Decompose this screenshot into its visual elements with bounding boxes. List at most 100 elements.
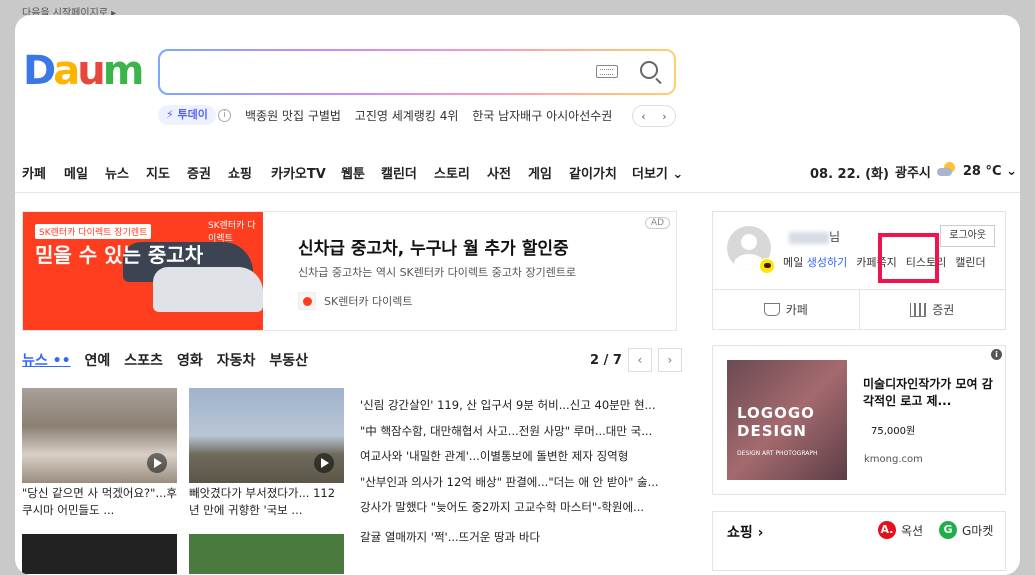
tab-sports[interactable]: 스포츠 — [124, 350, 163, 370]
logout-button[interactable]: 로그아웃 — [940, 225, 995, 247]
keyword-item[interactable]: 백종원 맛집 구별법 — [245, 109, 341, 123]
tab-movie[interactable]: 영화 — [177, 350, 203, 370]
ad-sk-label: SK렌터카 다이렉트 — [208, 221, 256, 244]
keyboard-icon[interactable] — [596, 65, 618, 78]
date-display: 08. 22. (화) — [810, 167, 889, 182]
news-thumbnail[interactable] — [22, 534, 177, 574]
ad-car-silver — [153, 267, 263, 312]
gmarket-icon: G — [939, 521, 957, 539]
cafe-cup-icon — [763, 303, 780, 316]
tab-entertainment[interactable]: 연예 — [85, 350, 111, 370]
weather-temp: 28 °C ⌄ — [962, 163, 1017, 179]
gmarket-label: G마켓 — [962, 523, 994, 538]
search-input[interactable] — [160, 51, 674, 93]
nav-webtoon[interactable]: 웹툰 — [341, 163, 365, 182]
side-ad-domain: kmong.com — [864, 454, 923, 465]
keyword-next-button[interactable]: › — [662, 110, 666, 123]
cafe-shortcut-label: 카페 — [785, 303, 808, 317]
nav-mail[interactable]: 메일 — [64, 163, 88, 182]
user-panel: 님 로그아웃 메일 생성하기 카페쪽지 티스토리 캘린더 카페 증권 — [712, 211, 1006, 330]
news-headline[interactable]: 갈귤 열매까지 '쩍'...뜨거운 땅과 바다 — [360, 525, 675, 551]
keyword-pager: ‹ › — [632, 105, 676, 127]
calendar-link[interactable]: 캘린더 — [955, 254, 985, 270]
banner-ad[interactable]: SK렌터카 다이렉트 장기렌트 SK렌터카 다이렉트 믿을 수 있는 중고차 신… — [22, 211, 677, 331]
side-ad-price: 75,000원 — [871, 426, 916, 437]
keyword-prev-button[interactable]: ‹ — [641, 110, 645, 123]
today-badge[interactable]: ⚡ 투데이 — [158, 105, 216, 125]
kakaotalk-icon — [759, 258, 775, 274]
side-ad-logo-sub: DESIGN ART PHOTOGRAPH — [737, 450, 818, 457]
news-thumb-caption[interactable]: 빼앗겼다가 부서졌다가... 112년 만에 귀향한 '국보 ... — [189, 485, 344, 519]
news-thumbnail[interactable] — [22, 388, 177, 483]
mail-link[interactable]: 메일 생성하기 — [783, 254, 847, 270]
nav-dictionary[interactable]: 사전 — [487, 163, 511, 182]
tab-news[interactable]: 뉴스 •• — [22, 350, 71, 370]
nav-together[interactable]: 같이가치 — [569, 163, 617, 182]
nav-shopping[interactable]: 쇼핑 — [228, 163, 252, 182]
partly-cloudy-icon — [936, 161, 957, 181]
shopping-section: 쇼핑 › A. 옥션 G G마켓 — [712, 511, 1006, 571]
tab-auto[interactable]: 자동차 — [217, 350, 256, 370]
play-icon — [147, 453, 167, 473]
auction-link[interactable]: A. 옥션 — [878, 521, 923, 539]
sk-logo-icon — [298, 292, 316, 310]
stock-shortcut[interactable]: 증권 — [858, 290, 1006, 329]
nav-stock[interactable]: 증권 — [187, 163, 211, 182]
info-icon[interactable]: i — [218, 109, 231, 122]
nav-story[interactable]: 스토리 — [434, 163, 470, 182]
news-thumbnail[interactable] — [189, 534, 344, 574]
ad-title: 신차급 중고차, 누구나 월 추가 할인중 — [298, 239, 569, 259]
trending-keywords: 백종원 맛집 구별법 고진영 세계랭킹 4위 한국 남자배구 아시아선수권 — [245, 107, 622, 124]
keyword-item[interactable]: 고진영 세계랭킹 4위 — [355, 109, 459, 123]
weather-city: 광주시 — [895, 165, 931, 181]
nav-cafe[interactable]: 카페 — [22, 163, 46, 182]
mail-create-link[interactable]: 생성하기 — [807, 256, 847, 269]
news-next-button[interactable]: › — [657, 348, 682, 372]
tab-realestate[interactable]: 부동산 — [269, 350, 308, 370]
bar-chart-icon — [910, 302, 927, 317]
news-page-indicator: 2 / 7 — [590, 352, 622, 368]
shopping-title-link[interactable]: 쇼핑 › — [727, 522, 763, 542]
ad-headline: 믿을 수 있는 중고차 — [35, 243, 204, 267]
news-thumb-caption[interactable]: "당신 같으면 사 먹겠어요?"...후쿠시마 어민들도 ... — [22, 485, 177, 519]
news-headline[interactable]: '신림 강간살인' 119, 산 입구서 9분 허비...신고 40분만 현..… — [360, 393, 675, 419]
stock-shortcut-label: 증권 — [932, 303, 955, 317]
mail-label: 메일 — [783, 256, 804, 269]
user-shortcuts: 카페 증권 — [713, 289, 1005, 329]
ad-source: SK렌터카 다이렉트 — [298, 292, 413, 310]
side-ad[interactable]: i LOGOGO DESIGN DESIGN ART PHOTOGRAPH 미술… — [712, 345, 1006, 495]
news-headline[interactable]: 강사가 말했다 "늦어도 중2까지 고교수학 마스터"-학원에... — [360, 495, 675, 521]
nav-kakaotv[interactable]: 카카오TV — [271, 163, 326, 182]
news-pager: 2 / 7 ‹ › — [590, 348, 682, 372]
nav-map[interactable]: 지도 — [146, 163, 170, 182]
daum-logo[interactable]: Daum — [23, 51, 144, 91]
keyword-item[interactable]: 한국 남자배구 아시아선수권 — [472, 109, 612, 123]
news-headline-list: '신림 강간살인' 119, 산 입구서 9분 허비...신고 40분만 현..… — [360, 393, 675, 550]
tistory-highlight-box — [878, 233, 939, 283]
news-headline[interactable]: "산부인과 의사가 12억 배상" 판결에..."더는 애 안 받아" 술... — [360, 470, 675, 496]
username-suffix: 님 — [829, 230, 841, 244]
nav-news[interactable]: 뉴스 — [105, 163, 129, 182]
news-prev-button[interactable]: ‹ — [627, 348, 652, 372]
auction-icon: A. — [878, 521, 896, 539]
ad-info-icon[interactable]: i — [991, 349, 1002, 360]
news-headline[interactable]: 여교사와 '내밀한 관계'...이별통보에 돌변한 제자 징역형 — [360, 444, 675, 470]
gmarket-link[interactable]: G G마켓 — [939, 521, 993, 539]
nav-calendar[interactable]: 캘린더 — [381, 163, 417, 182]
ad-brand-tag: SK렌터카 다이렉트 장기렌트 — [35, 224, 152, 239]
ad-description: 신차급 중고차는 역시 SK렌터카 다이렉트 중고차 장기렌트로 — [298, 266, 577, 279]
news-tabs: 뉴스 •• 연예 스포츠 영화 자동차 부동산 — [22, 350, 308, 370]
username[interactable]: 님 — [789, 228, 840, 245]
nav-game[interactable]: 게임 — [528, 163, 552, 182]
ad-image: SK렌터카 다이렉트 장기렌트 SK렌터카 다이렉트 믿을 수 있는 중고차 — [23, 212, 263, 330]
weather-widget[interactable]: 광주시 28 °C ⌄ — [895, 161, 1017, 181]
news-headline[interactable]: "中 핵잠수함, 대만해협서 사고...전원 사망" 루머...대만 국... — [360, 419, 675, 445]
nav-more[interactable]: 더보기 ⌄ — [632, 163, 683, 182]
ad-source-label: SK렌터카 다이렉트 — [324, 295, 413, 308]
search-icon[interactable] — [640, 61, 658, 79]
search-box — [158, 49, 676, 95]
news-thumbnail[interactable] — [189, 388, 344, 483]
cafe-shortcut[interactable]: 카페 — [713, 290, 859, 329]
side-ad-title: 미술디자인작가가 모여 감각적인 로고 제... — [863, 377, 993, 408]
daum-main-card: Daum ⚡ 투데이 i 백종원 맛집 구별법 고진영 세계랭킹 4위 한국 남… — [15, 15, 1020, 575]
